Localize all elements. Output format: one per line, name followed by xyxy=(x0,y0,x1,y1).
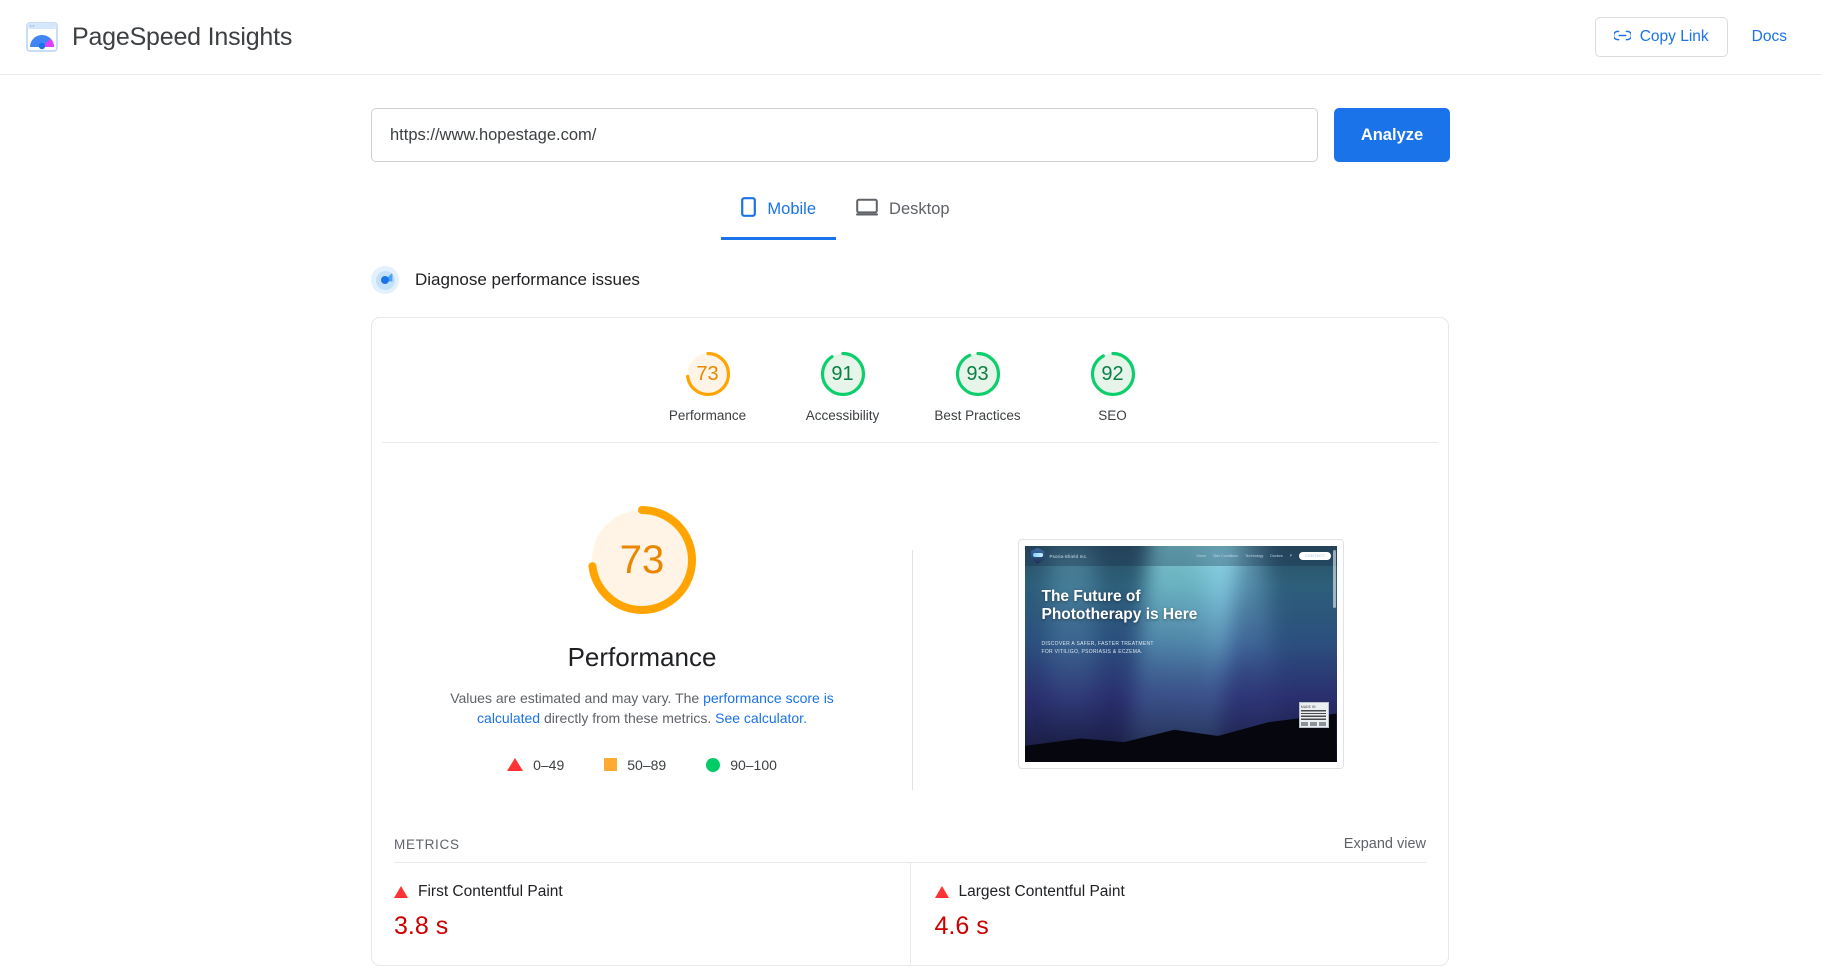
metric-value: 3.8 s xyxy=(394,912,449,940)
page-screenshot-image: Psoria-Shield Inc. Home Skin Conditions … xyxy=(1024,546,1337,762)
score-item-seo[interactable]: 92 SEO xyxy=(1045,349,1180,423)
monitor-icon xyxy=(856,198,879,221)
screenshot-navbar: Psoria-Shield Inc. Home Skin Conditions … xyxy=(1024,546,1337,566)
diagnose-row: Diagnose performance issues xyxy=(0,266,1821,294)
made-in-usa-badge-icon: MADE IN xyxy=(1298,702,1329,728)
page-screenshot-frame: Psoria-Shield Inc. Home Skin Conditions … xyxy=(1017,539,1344,769)
legend-item-fail: 0–49 xyxy=(507,757,564,773)
made-in-usa-label: MADE IN xyxy=(1301,704,1316,709)
screenshot-nav-items: Home Skin Conditions Technology Doctors … xyxy=(1197,552,1331,560)
score-label-best-practices: Best Practices xyxy=(934,408,1021,423)
metric-name: Largest Contentful Paint xyxy=(958,883,1125,900)
tab-desktop[interactable]: Desktop xyxy=(836,189,970,240)
performance-panel: 73 Performance Values are estimated and … xyxy=(372,443,1448,790)
link-icon xyxy=(1612,28,1632,46)
mini-gauge-best-practices: 93 xyxy=(953,349,1003,399)
report-card: 73 Performance 91 Accessibility 93 Best … xyxy=(371,317,1449,966)
screenshot-nav-p: P xyxy=(1289,554,1293,558)
metric-largest-contentful-paint[interactable]: Largest Contentful Paint 4.6 s xyxy=(909,863,1427,965)
tab-desktop-label: Desktop xyxy=(889,200,950,218)
desc-text-2: directly from these metrics. xyxy=(540,709,716,726)
legend-range-fail: 0–49 xyxy=(533,756,565,773)
legend-item-pass: 90–100 xyxy=(706,757,777,773)
screenshot-nav-doctors: Doctors xyxy=(1270,554,1283,558)
metric-first-contentful-paint[interactable]: First Contentful Paint 3.8 s xyxy=(394,863,910,965)
score-label-seo: SEO xyxy=(1098,408,1127,423)
green-circle-icon xyxy=(706,757,721,772)
category-scores: 73 Performance 91 Accessibility 93 Best … xyxy=(382,318,1438,443)
diagnose-label: Diagnose performance issues xyxy=(415,270,640,289)
metrics-grid: First Contentful Paint 3.8 s Largest Con… xyxy=(394,862,1426,965)
mini-gauge-performance: 73 xyxy=(683,349,733,399)
performance-gauge: 73 xyxy=(581,499,703,621)
score-legend: 0–49 50–89 90–100 xyxy=(507,757,777,773)
metrics-section-label: METRICS xyxy=(394,836,460,852)
screenshot-headline: The Future of Phototherapy is Here xyxy=(1042,588,1198,625)
url-form: Analyze xyxy=(0,108,1821,162)
performance-description: Values are estimated and may vary. The p… xyxy=(442,689,842,729)
screenshot-headline-line2: Phototherapy is Here xyxy=(1041,606,1198,624)
copy-link-button[interactable]: Copy Link xyxy=(1594,17,1728,57)
orange-square-icon xyxy=(604,758,618,772)
docs-link[interactable]: Docs xyxy=(1746,28,1793,46)
performance-title: Performance xyxy=(567,642,717,672)
screenshot-nav-skin-conditions: Skin Conditions xyxy=(1213,554,1239,558)
score-label-accessibility: Accessibility xyxy=(805,408,880,423)
screenshot-nav-home: Home xyxy=(1196,554,1207,558)
mini-score-value-performance: 73 xyxy=(696,362,719,385)
phone-icon xyxy=(741,197,757,222)
performance-gauge-column: 73 Performance Values are estimated and … xyxy=(372,443,912,790)
speedometer-icon xyxy=(371,266,399,294)
header-actions: Copy Link Docs xyxy=(1594,17,1799,57)
screenshot-subtext-line1: DISCOVER A SAFER, FASTER TREATMENT xyxy=(1041,641,1154,647)
screenshot-contact-button: CONTACT xyxy=(1299,552,1331,560)
brand: PageSpeed Insights xyxy=(22,22,292,52)
legend-item-average: 50–89 xyxy=(604,757,666,773)
screenshot-scrollbar xyxy=(1332,550,1336,608)
expand-view-button[interactable]: Expand view xyxy=(1344,836,1426,852)
score-item-performance[interactable]: 73 Performance xyxy=(640,349,775,423)
screenshot-headline-line1: The Future of xyxy=(1041,588,1141,605)
metric-value: 4.6 s xyxy=(934,912,989,940)
mini-score-value-accessibility: 91 xyxy=(831,362,854,385)
performance-score-value: 73 xyxy=(619,537,665,582)
metrics-header: METRICS Expand view xyxy=(372,824,1448,862)
see-calculator-link[interactable]: See calculator. xyxy=(715,710,807,726)
screenshot-subtext: DISCOVER A SAFER, FASTER TREATMENT FOR V… xyxy=(1042,641,1154,656)
page-screenshot-column: Psoria-Shield Inc. Home Skin Conditions … xyxy=(913,443,1448,790)
red-triangle-icon xyxy=(934,886,949,898)
legend-range-pass: 90–100 xyxy=(730,756,777,773)
tab-mobile[interactable]: Mobile xyxy=(721,189,837,240)
device-tabs: Mobile Desktop xyxy=(0,189,1821,240)
mini-score-value-seo: 92 xyxy=(1101,362,1124,385)
mini-gauge-accessibility: 91 xyxy=(818,349,868,399)
copy-link-label: Copy Link xyxy=(1639,28,1709,45)
score-item-accessibility[interactable]: 91 Accessibility xyxy=(775,349,910,423)
screenshot-brand: Psoria-Shield Inc. xyxy=(1049,553,1088,559)
red-triangle-icon xyxy=(507,758,524,772)
desc-text-1: Values are estimated and may vary. The xyxy=(450,690,704,706)
score-label-performance: Performance xyxy=(668,408,747,423)
app-title: PageSpeed Insights xyxy=(72,22,293,51)
pagespeed-gauge-logo-icon xyxy=(26,22,58,52)
mini-gauge-seo: 92 xyxy=(1088,349,1138,399)
app-header: PageSpeed Insights Copy Link Docs xyxy=(0,0,1821,75)
screenshot-subtext-line2: FOR VITILIGO, PSORIASIS & ECZEMA. xyxy=(1041,648,1143,655)
psoria-shield-logo-icon xyxy=(1030,548,1045,564)
mini-score-value-best-practices: 93 xyxy=(966,362,989,385)
analyze-button[interactable]: Analyze xyxy=(1334,108,1450,162)
tab-mobile-label: Mobile xyxy=(767,200,817,218)
legend-range-average: 50–89 xyxy=(627,756,667,773)
screenshot-nav-technology: Technology xyxy=(1245,554,1264,558)
red-triangle-icon xyxy=(394,886,408,898)
score-item-best-practices[interactable]: 93 Best Practices xyxy=(910,349,1045,423)
metric-name: First Contentful Paint xyxy=(418,883,563,900)
url-input[interactable] xyxy=(371,108,1318,162)
